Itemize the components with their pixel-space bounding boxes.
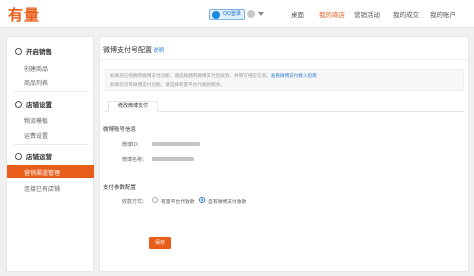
- main-panel: 微博支付号配置 说明 如果您已经拥有微博支付功能，请选择拥有微博支付后收款，并填…: [99, 36, 469, 272]
- chevron-down-icon[interactable]: [258, 12, 264, 16]
- sidebar-item-freight-settings[interactable]: 运费设置: [24, 131, 48, 140]
- app-logo[interactable]: 有量: [8, 4, 40, 25]
- radio-own-weibo-pay-label[interactable]: 自有微博支付收款: [208, 198, 246, 205]
- title-divider: [100, 59, 468, 60]
- sidebar-item-shipping-template[interactable]: 物流模板: [24, 116, 48, 125]
- weibo-name-value: [152, 157, 194, 161]
- account-section-title: 微博账号信息: [103, 127, 137, 133]
- sidebar-divider: [13, 144, 89, 145]
- sidebar-group-title: 店铺运营: [26, 153, 52, 161]
- guide-link[interactable]: 查看微博支付接入指南: [271, 74, 317, 79]
- user-avatar[interactable]: [247, 10, 255, 18]
- sidebar: 开启销售 创建商品 商品列表 店铺设置 物流模板 运费设置 店铺运营 营销渠道管…: [6, 36, 94, 272]
- nav-marketing[interactable]: 营销活动: [354, 9, 380, 19]
- help-link[interactable]: 说明: [153, 46, 164, 54]
- notice-line-2: 如果您没有微博支付功能，请选择有量平台代收款服务。: [110, 83, 225, 88]
- notice-text: 如果您已经拥有微博支付功能，请选择拥有微博支付后收款，并填写相应信息。: [110, 74, 271, 79]
- notice-line-1: 如果您已经拥有微博支付功能，请选择拥有微博支付后收款，并填写相应信息。查看微博支…: [110, 73, 317, 79]
- sidebar-divider: [13, 91, 89, 92]
- save-button[interactable]: 保存: [149, 237, 171, 249]
- notice-box: 如果您已经拥有微博支付功能，请选择拥有微博支付后收款，并填写相应信息。查看微博支…: [105, 69, 464, 91]
- sidebar-group-store-settings: 店铺设置: [15, 99, 52, 109]
- radio-platform-collection-label[interactable]: 有量平台代收款: [161, 198, 195, 205]
- page-title: 微博支付号配置: [103, 46, 152, 54]
- radio-own-weibo-pay[interactable]: [199, 197, 205, 203]
- sidebar-group-sales: 开启销售: [15, 46, 52, 56]
- tab-edit-weibo-pay[interactable]: 修改微博支付: [108, 101, 158, 112]
- qq-icon: [212, 11, 220, 19]
- sidebar-item-label: 营销渠道管理: [24, 170, 61, 177]
- top-navigation-bar: 有量 QQ登录 桌面 我的商店 营销活动 我的成交 我的账户: [0, 0, 474, 28]
- sidebar-group-title: 店铺设置: [26, 101, 52, 109]
- weibo-id-value: [152, 142, 200, 146]
- tab-divider: [105, 111, 464, 112]
- circle-icon: [15, 48, 22, 55]
- sidebar-item-connect-store[interactable]: 连接已有店铺: [24, 184, 60, 193]
- payment-section-title: 支付参数配置: [103, 185, 137, 191]
- radio-platform-collection[interactable]: [152, 197, 158, 203]
- sidebar-group-store-operations: 店铺运营: [15, 151, 52, 161]
- circle-icon: [15, 101, 22, 108]
- weibo-name-label: 微博名称：: [122, 157, 148, 163]
- nav-my-account[interactable]: 我的账户: [430, 9, 456, 19]
- payment-method-label: 收款方式：: [122, 199, 148, 205]
- nav-desktop[interactable]: 桌面: [291, 9, 304, 19]
- sidebar-item-product-list[interactable]: 商品列表: [24, 78, 48, 87]
- qq-badge-label: QQ登录: [223, 11, 241, 17]
- sidebar-item-create-product[interactable]: 创建商品: [24, 64, 48, 73]
- sidebar-item-channel-management[interactable]: 营销渠道管理: [7, 165, 94, 178]
- nav-my-store[interactable]: 我的商店: [319, 9, 345, 19]
- circle-icon: [15, 153, 22, 160]
- qq-login-badge[interactable]: QQ登录: [209, 9, 245, 20]
- sidebar-group-title: 开启销售: [26, 48, 52, 56]
- weibo-id-label: 微博ID：: [122, 142, 143, 148]
- nav-my-deals[interactable]: 我的成交: [393, 9, 419, 19]
